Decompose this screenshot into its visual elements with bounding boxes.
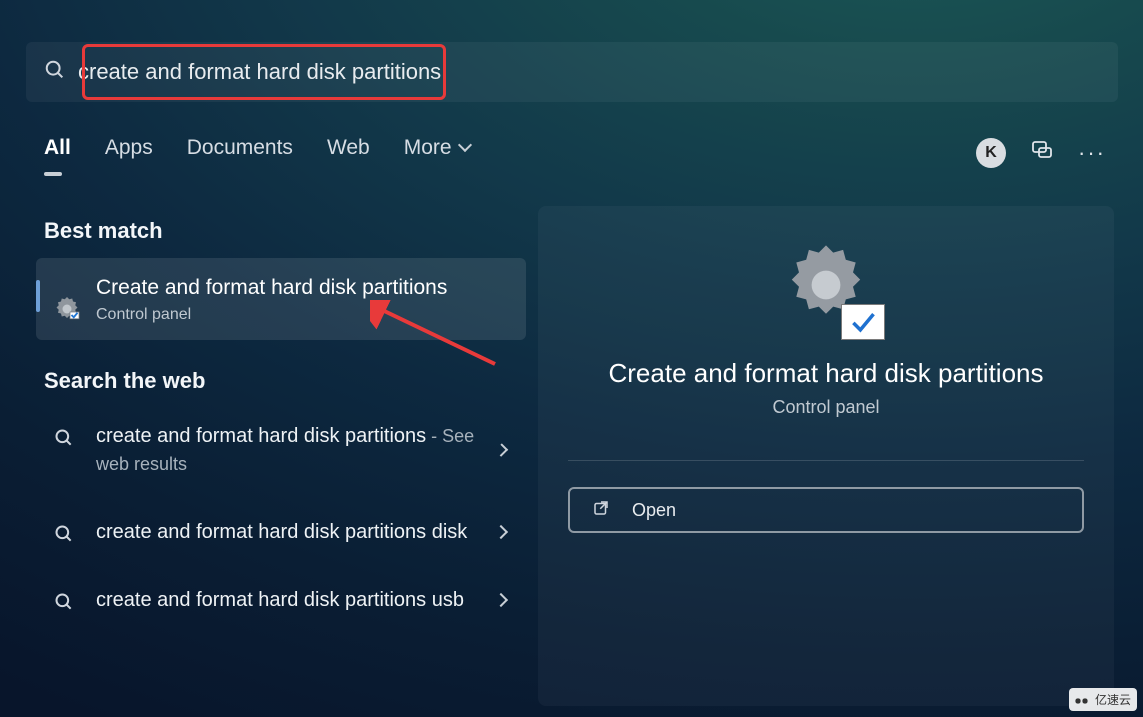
tab-apps[interactable]: Apps — [105, 136, 153, 170]
results-column: Best match Create and format hard disk p… — [36, 218, 526, 640]
tab-all[interactable]: All — [44, 136, 71, 170]
open-button-label: Open — [632, 500, 676, 521]
web-result[interactable]: create and format hard disk partitions u… — [36, 572, 526, 628]
tab-more-label: More — [404, 136, 452, 160]
search-web-heading: Search the web — [44, 368, 518, 394]
gear-icon — [52, 294, 82, 329]
chevron-right-icon — [494, 525, 508, 539]
chat-icon[interactable] — [1030, 138, 1054, 168]
open-button[interactable]: Open — [568, 487, 1084, 533]
open-external-icon — [592, 499, 610, 522]
web-result-text: create and format hard disk partitions u… — [96, 586, 464, 614]
search-bar[interactable] — [26, 42, 1118, 102]
best-match-heading: Best match — [44, 218, 518, 244]
tab-web[interactable]: Web — [327, 136, 370, 170]
gear-icon — [781, 240, 871, 330]
search-icon — [54, 524, 74, 549]
divider — [568, 460, 1084, 461]
chevron-right-icon — [494, 593, 508, 607]
best-match-title: Create and format hard disk partitions — [96, 274, 504, 302]
watermark: 亿速云 — [1069, 688, 1137, 711]
web-result-text: create and format hard disk partitions d… — [96, 518, 467, 546]
best-match-result[interactable]: Create and format hard disk partitions C… — [36, 258, 526, 340]
checkmark-badge-icon — [841, 304, 885, 340]
web-result[interactable]: create and format hard disk partitions -… — [36, 408, 526, 492]
best-match-subtitle: Control panel — [96, 306, 504, 324]
user-avatar[interactable]: K — [976, 138, 1006, 168]
detail-pane: Create and format hard disk partitions C… — [538, 206, 1114, 706]
web-result[interactable]: create and format hard disk partitions d… — [36, 504, 526, 560]
search-icon — [44, 59, 66, 86]
tab-documents[interactable]: Documents — [187, 136, 293, 170]
search-input[interactable] — [78, 59, 1100, 85]
filter-tabs: All Apps Documents Web More K ··· — [44, 136, 1106, 170]
tab-more[interactable]: More — [404, 136, 472, 170]
detail-subtitle: Control panel — [772, 397, 879, 418]
chevron-down-icon — [460, 142, 472, 154]
web-result-text: create and format hard disk partitions -… — [96, 422, 497, 478]
more-options-icon[interactable]: ··· — [1078, 140, 1106, 166]
search-icon — [54, 592, 74, 617]
search-icon — [54, 428, 74, 453]
detail-title: Create and format hard disk partitions — [609, 358, 1044, 389]
